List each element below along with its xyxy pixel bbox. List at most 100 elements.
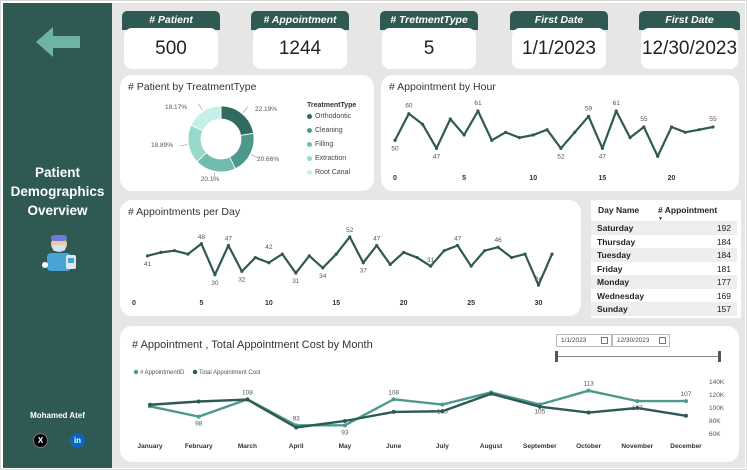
data-point xyxy=(307,254,311,258)
data-point xyxy=(504,130,508,134)
back-arrow-icon[interactable] xyxy=(36,25,80,59)
date-range-slider-start-handle[interactable] xyxy=(555,351,558,362)
appointments-per-day-card: # Appointments per Day 0 5 10 15 20 25 30 48 47 4… xyxy=(120,200,581,316)
date-from-value: 1/1/2023 xyxy=(561,337,587,344)
sidebar: Patient Demographics Overview Mohamed At… xyxy=(3,3,112,468)
table-row[interactable]: Monday 177 xyxy=(591,275,737,289)
data-point xyxy=(442,249,446,253)
legend-item-orthodontic[interactable]: Orthodontic xyxy=(307,113,351,120)
legend-label: Cleaning xyxy=(315,127,343,134)
data-label: 41 xyxy=(144,261,152,268)
table-row[interactable]: Saturday 192 xyxy=(591,221,737,235)
data-point xyxy=(684,413,688,418)
cell-day: Friday xyxy=(597,263,623,274)
x-tick-label: 30 xyxy=(535,300,543,307)
legend-item-extraction[interactable]: Extraction xyxy=(307,155,346,162)
table-header-count[interactable]: # Appointment xyxy=(658,205,717,215)
slice-label: 22.19% xyxy=(255,106,277,113)
data-label: 93 xyxy=(293,415,301,422)
legend-label: Extraction xyxy=(315,155,347,162)
legend-label: Filling xyxy=(315,141,334,148)
linkedin-icon[interactable]: in xyxy=(70,433,85,448)
calendar-icon[interactable] xyxy=(601,337,608,344)
data-point xyxy=(421,122,425,126)
cell-count: 169 xyxy=(716,290,731,301)
data-point xyxy=(196,399,201,404)
data-point xyxy=(683,130,687,134)
x-social-icon[interactable]: X xyxy=(33,433,48,448)
slice-label: 20.66% xyxy=(257,156,279,163)
cell-count: 177 xyxy=(716,277,731,287)
table-row[interactable]: Wednesday 169 xyxy=(591,288,737,302)
legend-label: Root Canal xyxy=(315,169,351,176)
data-point xyxy=(342,423,347,428)
data-label: 52 xyxy=(557,153,565,160)
date-range-slider-end-handle[interactable] xyxy=(718,351,721,362)
data-point xyxy=(294,271,298,275)
table-row[interactable]: Thursday 184 xyxy=(591,234,737,248)
data-point xyxy=(342,419,347,423)
data-point xyxy=(573,130,577,134)
data-label: 50 xyxy=(391,145,399,152)
slice-label: 18.17% xyxy=(165,104,187,111)
legend-item-cleaning[interactable]: Cleaning xyxy=(307,127,343,134)
kpi-card-last-date: First Date 12/30/2023 xyxy=(639,11,740,69)
data-point xyxy=(669,125,674,129)
x-tick-label: 15 xyxy=(332,300,340,307)
date-to-input[interactable]: 12/30/2023 xyxy=(612,334,670,347)
data-point xyxy=(711,125,715,129)
data-point xyxy=(196,414,201,419)
x-tick-label: 20 xyxy=(668,175,676,182)
weekday-appointment-table: Day Name # Appointment ▼ Saturday 192 Thu… xyxy=(591,200,741,318)
data-point xyxy=(469,264,473,268)
x-tick-label: 5 xyxy=(462,175,466,182)
x-tick-label: July xyxy=(436,443,449,450)
data-point xyxy=(523,252,527,256)
data-point xyxy=(391,397,396,402)
legend-label: Total Appointment Cost xyxy=(199,370,261,376)
date-range-slider-track[interactable] xyxy=(556,356,720,357)
data-label: 60 xyxy=(405,103,413,110)
table-row[interactable]: Tuesday 184 xyxy=(591,248,737,262)
data-point xyxy=(391,409,396,414)
x-tick-label: 0 xyxy=(132,300,136,307)
data-label: 48 xyxy=(198,234,206,241)
data-point xyxy=(159,250,163,254)
data-label: 105 xyxy=(534,409,545,416)
legend-dot xyxy=(307,113,312,119)
x-tick-label: 25 xyxy=(467,300,475,307)
data-point xyxy=(614,109,618,113)
data-label: 24 xyxy=(535,276,543,283)
donut-slice xyxy=(229,132,255,170)
legend-title: TreatmentType xyxy=(307,102,357,109)
data-point xyxy=(600,146,604,150)
data-point xyxy=(642,125,646,129)
y2-tick-label: 80K xyxy=(709,418,721,425)
data-point xyxy=(531,133,535,137)
table-row[interactable]: Friday 181 xyxy=(591,261,737,275)
legend-label: # AppointmentID xyxy=(140,370,185,376)
x-tick-label: April xyxy=(289,443,304,450)
x-tick-label: 15 xyxy=(598,175,606,182)
data-point xyxy=(489,391,494,396)
x-tick-label: January xyxy=(138,443,163,450)
table-header-day[interactable]: Day Name xyxy=(598,205,639,215)
date-to-value: 12/30/2023 xyxy=(617,337,650,344)
legend-item-root-canal[interactable]: Root Canal xyxy=(307,169,350,176)
appointment-by-hour-card: # Appointment by Hour 0 5 10 15 20 60 61 50 47 59… xyxy=(381,75,739,191)
donut-slice xyxy=(190,105,222,132)
leader-line xyxy=(198,103,203,111)
legend-item-filling[interactable]: Filling xyxy=(307,141,333,148)
date-from-input[interactable]: 1/1/2023 xyxy=(556,334,612,347)
legend-dot xyxy=(307,155,312,161)
data-point xyxy=(407,112,411,116)
data-point xyxy=(482,249,487,253)
kpi-value: 12/30/2023 xyxy=(641,28,738,69)
calendar-icon[interactable] xyxy=(659,337,666,344)
data-point xyxy=(586,114,591,118)
data-label: 107 xyxy=(632,405,643,412)
table-row[interactable]: Sunday 157 xyxy=(591,302,737,316)
x-tick-label: August xyxy=(480,443,503,450)
slice-label: 20.1% xyxy=(201,176,220,183)
legend-label: Orthodontic xyxy=(315,113,352,120)
